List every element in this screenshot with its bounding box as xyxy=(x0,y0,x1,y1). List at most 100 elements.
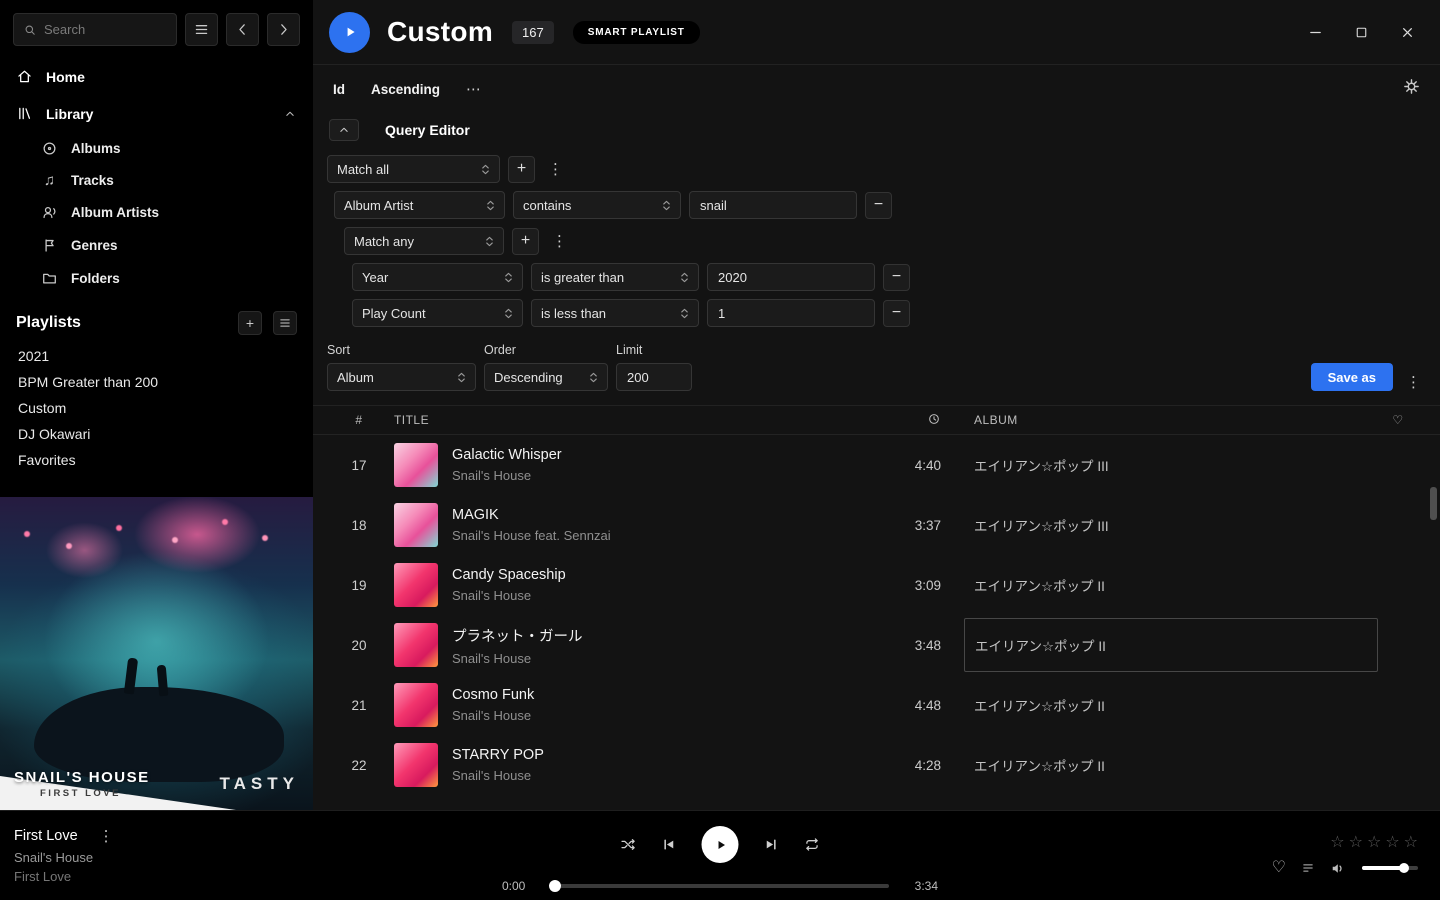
more-options-button[interactable]: ⋯ xyxy=(466,80,482,98)
star-icon[interactable]: ☆ xyxy=(1404,835,1418,851)
volume-button[interactable] xyxy=(1330,860,1347,877)
favorite-button[interactable]: ♡ xyxy=(1272,860,1286,876)
nested-group-menu-button[interactable]: ⋮ xyxy=(547,232,572,250)
play-pause-button[interactable] xyxy=(702,826,739,863)
track-artist: Snail's House xyxy=(452,708,871,723)
track-album: エイリアン☆ポップ III xyxy=(974,459,1109,474)
album-cell-focused[interactable]: エイリアン☆ポップ II xyxy=(964,618,1378,672)
sort-select[interactable]: Album xyxy=(327,363,476,391)
rule-operator-select[interactable]: contains xyxy=(513,191,681,219)
seek-handle[interactable] xyxy=(549,880,561,892)
volume-fill xyxy=(1362,866,1404,870)
playlist-item[interactable]: Custom xyxy=(16,395,297,421)
shuffle-icon xyxy=(620,836,637,853)
playlist-item[interactable]: DJ Okawari xyxy=(16,421,297,447)
queue-button[interactable] xyxy=(1301,861,1315,875)
col-header-duration[interactable] xyxy=(871,412,941,429)
filter-rule-row: Year is greater than − xyxy=(352,263,1426,291)
track-row[interactable]: 19 Candy Spaceship Snail's House 3:09 エイ… xyxy=(313,555,1440,615)
save-menu-button[interactable]: ⋮ xyxy=(1401,373,1426,391)
col-header-favorite[interactable]: ♡ xyxy=(1373,413,1423,427)
nested-match-type-select[interactable]: Match any xyxy=(344,227,504,255)
library-label: Library xyxy=(46,106,93,122)
sidebar-item-home[interactable]: Home xyxy=(0,58,313,95)
search-icon xyxy=(23,23,37,37)
shuffle-button[interactable] xyxy=(620,836,637,853)
sidebar-item-library[interactable]: Library xyxy=(0,95,313,132)
sort-field-button[interactable]: Id xyxy=(333,82,345,97)
star-icon[interactable]: ☆ xyxy=(1367,835,1381,851)
add-nested-rule-button[interactable]: + xyxy=(512,228,539,255)
star-icon[interactable]: ☆ xyxy=(1349,835,1363,851)
search-input[interactable] xyxy=(44,22,167,37)
track-row[interactable]: 21 Cosmo Funk Snail's House 4:48 エイリアン☆ポ… xyxy=(313,675,1440,735)
page-title: Custom xyxy=(387,16,493,48)
track-count-badge: 167 xyxy=(512,21,554,44)
star-icon[interactable]: ☆ xyxy=(1385,835,1399,851)
playlist-item[interactable]: BPM Greater than 200 xyxy=(16,369,297,395)
remove-rule-button[interactable]: − xyxy=(883,300,910,327)
menu-button[interactable] xyxy=(185,13,218,46)
sidebar-item-album-artists[interactable]: Album Artists xyxy=(0,196,313,229)
volume-slider[interactable] xyxy=(1362,866,1418,870)
close-button[interactable] xyxy=(1396,21,1418,43)
maximize-button[interactable] xyxy=(1350,21,1372,43)
scrollbar-thumb[interactable] xyxy=(1430,487,1437,520)
rule-operator-select[interactable]: is greater than xyxy=(531,263,699,291)
col-header-index[interactable]: # xyxy=(332,413,386,427)
rule-value-input[interactable] xyxy=(707,263,875,291)
rule-operator-select[interactable]: is less than xyxy=(531,299,699,327)
match-type-select[interactable]: Match all xyxy=(327,155,500,183)
col-header-title[interactable]: TITLE xyxy=(386,413,871,427)
sidebar-item-albums[interactable]: Albums xyxy=(0,132,313,165)
sidebar-item-folders[interactable]: Folders xyxy=(0,262,313,295)
minimize-button[interactable] xyxy=(1304,21,1326,43)
volume-handle[interactable] xyxy=(1399,863,1409,873)
add-playlist-button[interactable]: + xyxy=(238,311,262,335)
track-row[interactable]: 18 MAGIK Snail's House feat. Sennzai 3:3… xyxy=(313,495,1440,555)
order-select[interactable]: Descending xyxy=(484,363,608,391)
repeat-button[interactable] xyxy=(804,836,821,853)
seek-bar[interactable] xyxy=(551,884,889,888)
track-row[interactable]: 20 プラネット・ガール Snail's House 3:48 エイリアン☆ポッ… xyxy=(313,615,1440,675)
now-playing-menu-button[interactable]: ⋮ xyxy=(94,827,119,845)
select-caret-icon xyxy=(589,371,598,384)
sidebar-item-tracks[interactable]: ♫ Tracks xyxy=(0,165,313,196)
track-album: エイリアン☆ポップ II xyxy=(975,635,1106,655)
rule-field-select[interactable]: Year xyxy=(352,263,523,291)
playlist-item[interactable]: 2021 xyxy=(16,343,297,369)
track-row[interactable]: 17 Galactic Whisper Snail's House 4:40 エ… xyxy=(313,435,1440,495)
add-rule-button[interactable]: + xyxy=(508,156,535,183)
settings-button[interactable] xyxy=(1403,78,1420,100)
col-header-album[interactable]: ALBUM xyxy=(941,413,1373,427)
remove-rule-button[interactable]: − xyxy=(865,192,892,219)
rule-field-select[interactable]: Album Artist xyxy=(334,191,505,219)
collapse-query-editor-button[interactable] xyxy=(329,119,359,141)
rule-field-select[interactable]: Play Count xyxy=(352,299,523,327)
save-as-button[interactable]: Save as xyxy=(1311,363,1393,391)
rule-value-input[interactable] xyxy=(707,299,875,327)
playlist-list-button[interactable] xyxy=(273,311,297,335)
sort-direction-button[interactable]: Ascending xyxy=(371,82,440,97)
rule-value-input[interactable] xyxy=(689,191,857,219)
select-caret-icon xyxy=(504,307,513,320)
playlist-item[interactable]: Favorites xyxy=(16,447,297,473)
track-duration: 3:37 xyxy=(871,518,941,533)
rock-silhouette xyxy=(34,687,284,782)
select-caret-icon xyxy=(504,271,513,284)
nav-back-button[interactable] xyxy=(226,13,259,46)
playlists-section: Playlists + 2021 BPM Greater than 200 Cu… xyxy=(0,295,313,473)
next-button[interactable] xyxy=(763,836,780,853)
track-row[interactable]: 22 STARRY POP Snail's House 4:28 エイリアン☆ポ… xyxy=(313,735,1440,795)
select-caret-icon xyxy=(662,199,671,212)
previous-button[interactable] xyxy=(661,836,678,853)
rule-group-menu-button[interactable]: ⋮ xyxy=(543,160,568,178)
list-icon xyxy=(278,316,292,330)
sidebar-item-genres[interactable]: Genres xyxy=(0,229,313,262)
star-icon[interactable]: ☆ xyxy=(1330,835,1344,851)
limit-input[interactable] xyxy=(616,363,692,391)
play-playlist-button[interactable] xyxy=(329,12,370,53)
nav-forward-button[interactable] xyxy=(267,13,300,46)
filter-rule-row: Play Count is less than − xyxy=(352,299,1426,327)
remove-rule-button[interactable]: − xyxy=(883,264,910,291)
